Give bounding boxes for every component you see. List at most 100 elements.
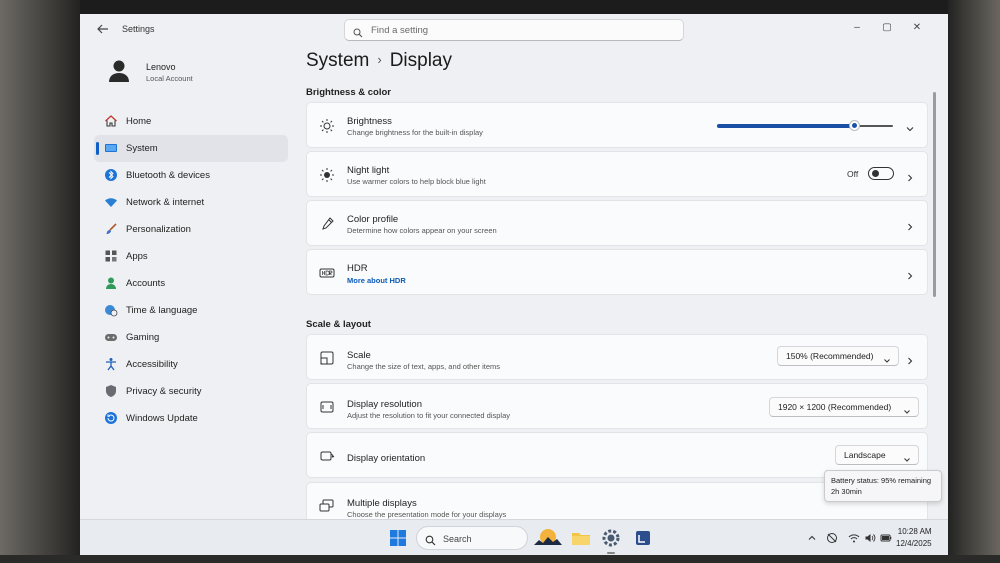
windows-start-icon[interactable] xyxy=(390,530,406,546)
scale-icon xyxy=(319,350,335,366)
sidebar-item-accessibility[interactable]: Accessibility xyxy=(94,351,288,378)
chevron-down-icon[interactable] xyxy=(905,121,915,132)
sidebar-item-gaming[interactable]: Gaming xyxy=(94,324,288,351)
scale-card[interactable]: Scale Change the size of text, apps, and… xyxy=(306,334,928,380)
sidebar-item-bluetooth[interactable]: Bluetooth & devices xyxy=(94,162,288,189)
night-light-card[interactable]: Night light Use warmer colors to help bl… xyxy=(306,151,928,197)
widgets-icon[interactable] xyxy=(534,527,562,549)
orientation-dropdown[interactable]: Landscape xyxy=(835,445,919,465)
active-indicator xyxy=(96,142,99,155)
sidebar-item-label: Gaming xyxy=(126,332,160,343)
chevron-up-icon[interactable] xyxy=(806,531,818,543)
sidebar-item-label: Bluetooth & devices xyxy=(126,170,210,181)
chevron-right-icon[interactable] xyxy=(905,268,915,280)
hdr-link[interactable]: More about HDR xyxy=(347,276,406,285)
home-icon xyxy=(104,114,118,128)
hdr-title: HDR xyxy=(347,263,368,274)
chevron-down-icon xyxy=(903,452,911,462)
file-explorer-icon[interactable] xyxy=(570,527,592,549)
resolution-icon xyxy=(319,399,335,415)
breadcrumb-current: Display xyxy=(389,50,453,71)
battery-icon[interactable] xyxy=(880,531,892,543)
taskbar-search[interactable]: Search xyxy=(416,526,528,550)
title-bar: Settings – ▢ ✕ xyxy=(80,14,948,46)
hdr-icon xyxy=(319,265,335,281)
sidebar-item-network[interactable]: Network & internet xyxy=(94,189,288,216)
breadcrumb-parent[interactable]: System xyxy=(306,50,369,71)
sidebar-item-home[interactable]: Home xyxy=(94,108,288,135)
screen: Settings – ▢ ✕ Lenovo Local Account Home… xyxy=(80,14,948,555)
multiple-displays-icon xyxy=(319,498,335,514)
resolution-dropdown[interactable]: 1920 × 1200 (Recommended) xyxy=(769,397,919,417)
sidebar-item-personalization[interactable]: Personalization xyxy=(94,216,288,243)
sidebar-item-label: Apps xyxy=(126,251,148,262)
toggle-knob xyxy=(872,170,879,177)
display-resolution-title: Display resolution xyxy=(347,399,422,410)
bezel-bottom xyxy=(0,555,1000,563)
close-button[interactable]: ✕ xyxy=(904,18,930,38)
wifi-icon[interactable] xyxy=(848,531,860,543)
taskbar-search-label: Search xyxy=(443,534,472,544)
volume-icon[interactable] xyxy=(864,531,876,543)
brightness-card[interactable]: Brightness Change brightness for the bui… xyxy=(306,102,928,148)
chevron-right-icon[interactable] xyxy=(905,353,915,365)
app-title: Settings xyxy=(122,24,155,34)
sidebar-nav: Home System Bluetooth & devices Network … xyxy=(94,108,288,432)
display-orientation-title: Display orientation xyxy=(347,453,426,464)
orientation-value: Landscape xyxy=(844,450,886,460)
back-arrow-icon[interactable] xyxy=(96,22,112,38)
night-light-toggle[interactable] xyxy=(868,167,894,180)
taskbar: Search 10:28 AM 12/4/2025 xyxy=(80,519,948,555)
apps-icon xyxy=(104,249,118,263)
night-light-title: Night light xyxy=(347,165,390,176)
maximize-button[interactable]: ▢ xyxy=(874,18,900,38)
scale-title: Scale xyxy=(347,350,371,361)
brightness-subtitle: Change brightness for the built-in displ… xyxy=(347,128,483,137)
eyedropper-icon xyxy=(319,216,335,232)
color-profile-title: Color profile xyxy=(347,214,399,225)
sidebar-item-label: System xyxy=(126,143,158,154)
shield-icon xyxy=(104,384,118,398)
accessibility-icon xyxy=(104,357,118,371)
lenovo-vantage-icon[interactable] xyxy=(632,527,654,549)
slider-thumb[interactable] xyxy=(849,120,861,131)
settings-search-box[interactable] xyxy=(344,19,684,41)
brush-icon xyxy=(104,222,118,236)
sidebar-item-label: Accounts xyxy=(126,278,166,289)
sidebar-item-time-language[interactable]: Time & language xyxy=(94,297,288,324)
night-light-icon xyxy=(319,167,335,183)
breadcrumb-separator: › xyxy=(377,52,382,67)
scale-dropdown[interactable]: 150% (Recommended) xyxy=(777,346,899,366)
chevron-right-icon[interactable] xyxy=(905,170,915,182)
search-input[interactable] xyxy=(371,22,671,38)
sidebar-item-apps[interactable]: Apps xyxy=(94,243,288,270)
minimize-button[interactable]: – xyxy=(844,18,870,38)
clock-time: 10:28 AM xyxy=(897,527,932,536)
user-profile[interactable]: Lenovo Local Account xyxy=(98,54,298,94)
sidebar-item-label: Time & language xyxy=(126,305,198,316)
chevron-down-icon xyxy=(903,404,911,414)
sidebar-item-windows-update[interactable]: Windows Update xyxy=(94,405,288,432)
disconnected-icon[interactable] xyxy=(826,531,838,543)
sidebar-item-privacy-security[interactable]: Privacy & security xyxy=(94,378,288,405)
search-icon xyxy=(425,533,436,546)
chevron-right-icon[interactable] xyxy=(905,219,915,231)
hdr-card[interactable]: HDR More about HDR xyxy=(306,249,928,295)
display-resolution-card[interactable]: Display resolution Adjust the resolution… xyxy=(306,383,928,429)
sidebar-item-accounts[interactable]: Accounts xyxy=(94,270,288,297)
resolution-value: 1920 × 1200 (Recommended) xyxy=(778,402,892,412)
chevron-down-icon xyxy=(883,353,891,363)
slider-fill xyxy=(717,124,855,128)
running-indicator xyxy=(607,552,615,554)
taskbar-clock[interactable]: 10:28 AM 12/4/2025 xyxy=(896,526,932,550)
battery-tooltip: Battery status: 95% remaining 2h 30min xyxy=(824,470,942,502)
scrollbar[interactable] xyxy=(933,92,936,297)
avatar-icon xyxy=(106,58,132,84)
globe-clock-icon xyxy=(104,303,118,317)
sidebar-item-system[interactable]: System xyxy=(94,135,288,162)
gamepad-icon xyxy=(104,330,118,344)
color-profile-card[interactable]: Color profile Determine how colors appea… xyxy=(306,200,928,246)
settings-gear-icon[interactable] xyxy=(600,527,622,549)
brightness-slider[interactable] xyxy=(717,120,893,131)
search-icon xyxy=(353,25,363,38)
